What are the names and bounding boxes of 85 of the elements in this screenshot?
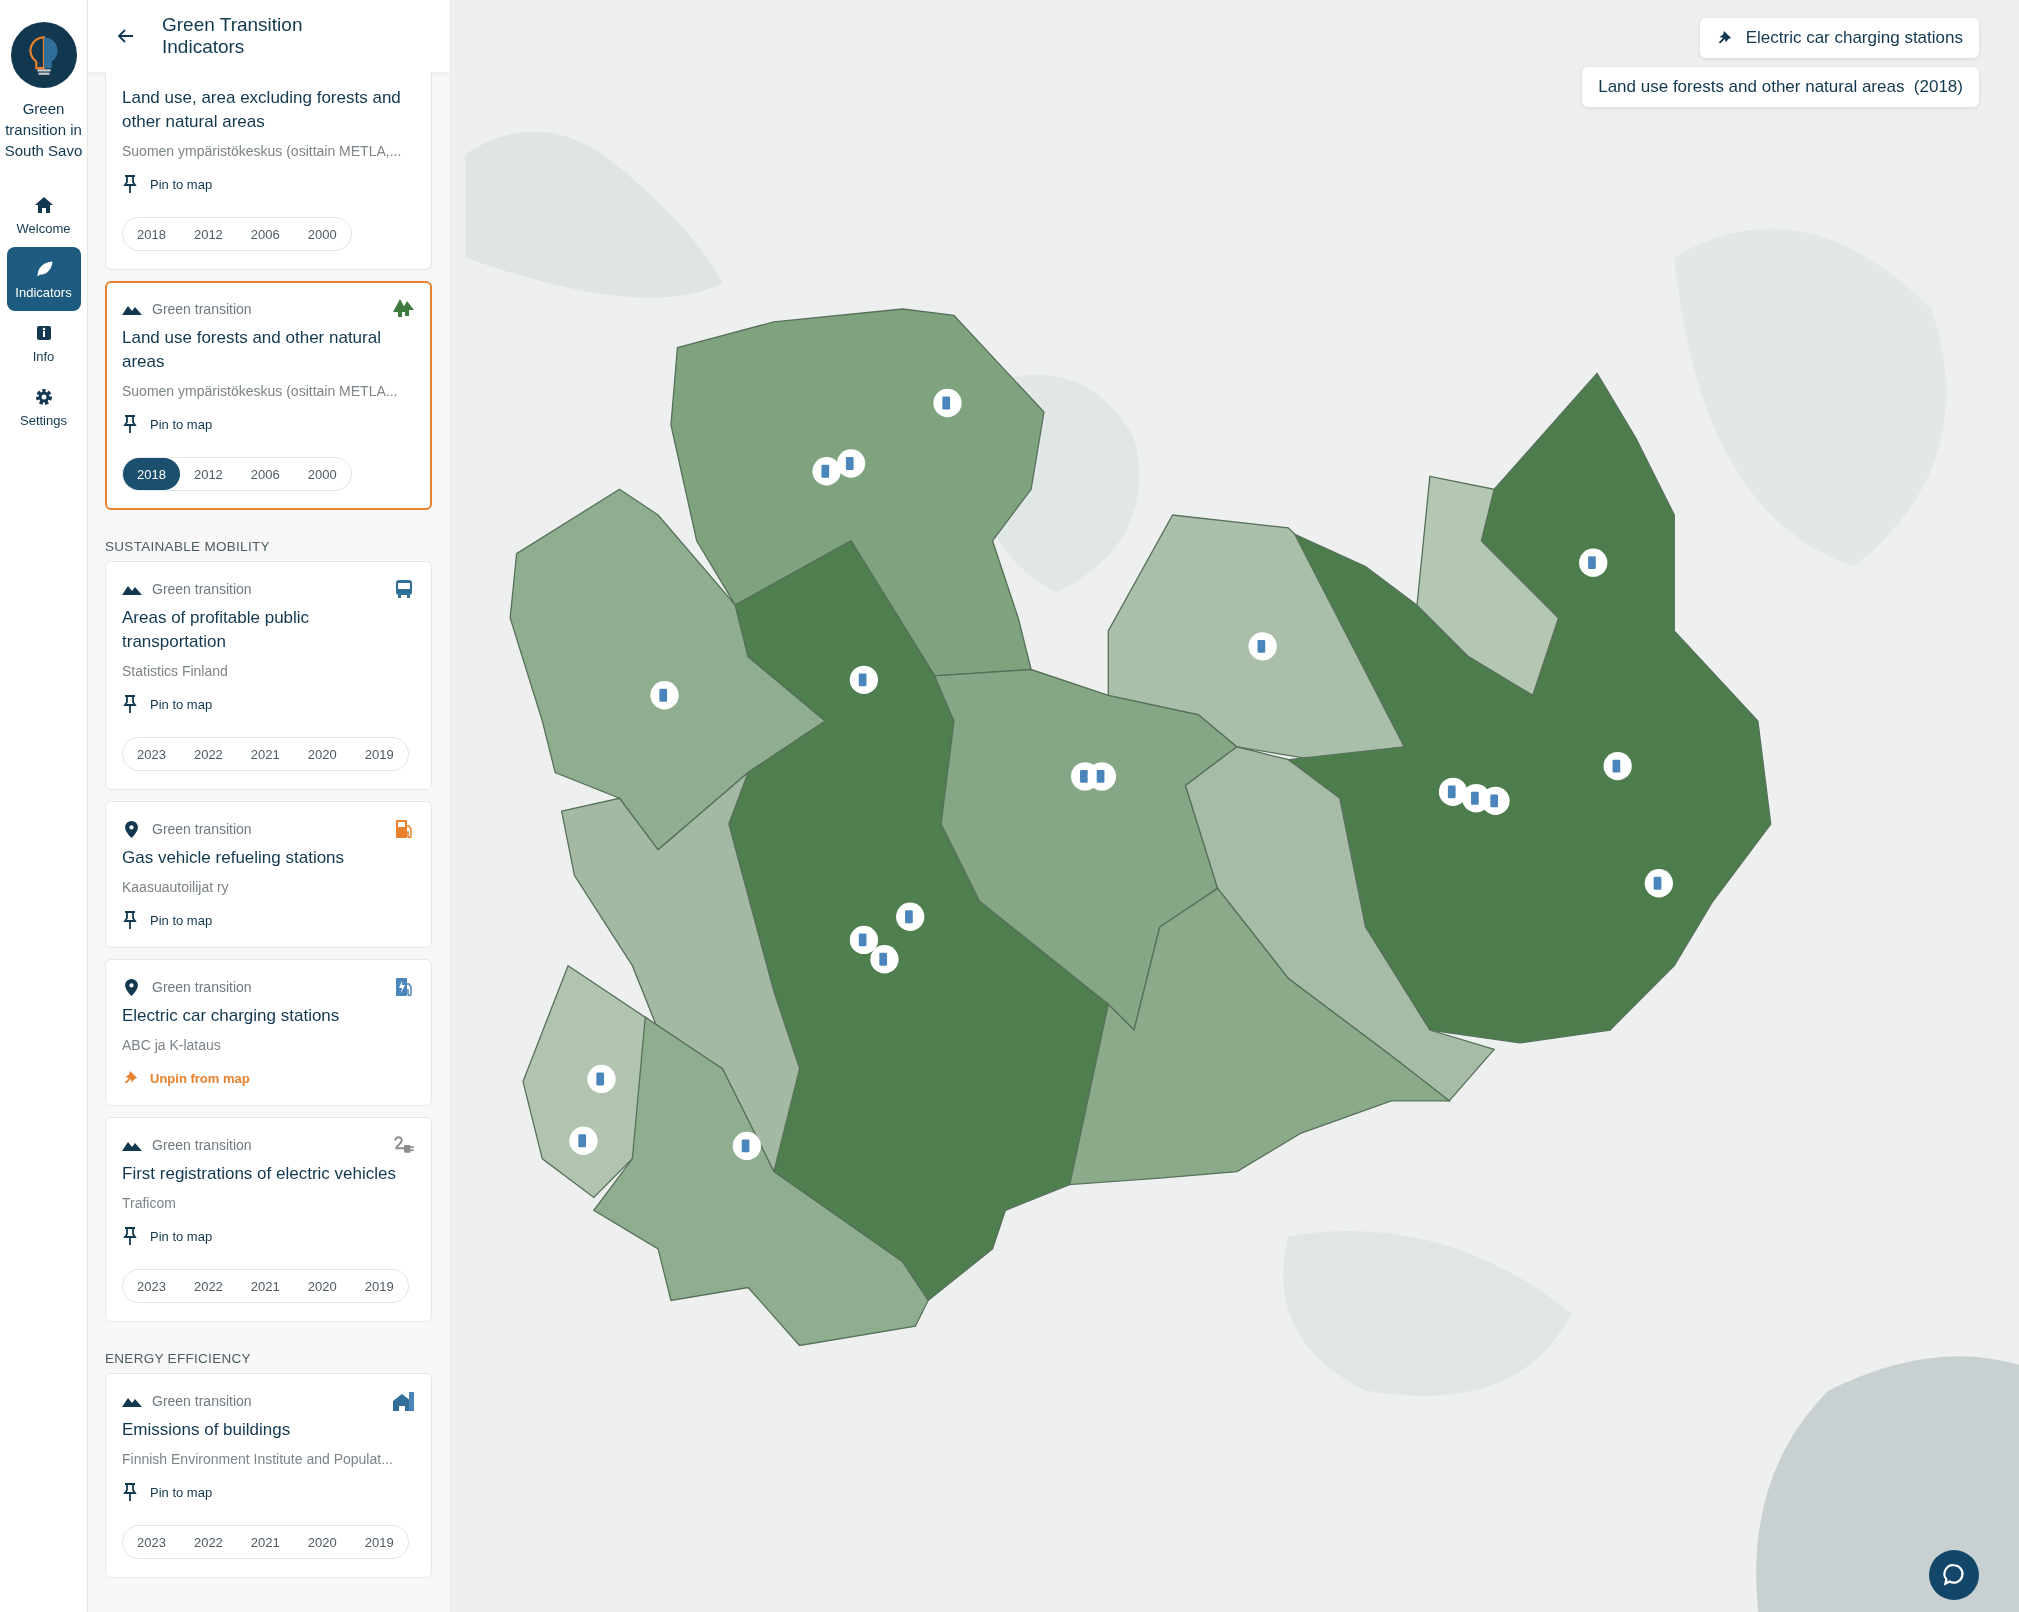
source-text: ABC ja K-lataus [122, 1037, 222, 1053]
year-option[interactable]: 2018 [123, 458, 180, 490]
indicator-card[interactable]: Land use, area excluding forests and other natural areas Suomen ympäristökeskus (osittain METLA,... Pin to map 2018 2012 2006 2000 [105, 72, 432, 270]
pin-button[interactable]: Pin to map [122, 695, 213, 713]
pin-button[interactable]: Pin to map [122, 1483, 213, 1501]
indicator-card[interactable]: Green transition First registrations of electric vehicles Traficom Pin to map 2023 2022 2021 2020 2019 [105, 1117, 432, 1322]
indicator-card[interactable]: Green transition Areas of profitable public transportation Statistics Finland Pin to map 2023 2022 2021 2020 2019 [105, 561, 432, 790]
pushpin-icon [122, 695, 138, 713]
lightbulb-logo-icon [10, 22, 77, 88]
location-pin-icon [125, 820, 138, 838]
year-option[interactable]: 2021 [236, 738, 294, 770]
category-label: Green transition [152, 1137, 253, 1153]
year-option[interactable]: 2006 [236, 218, 294, 250]
year-option[interactable]: 2020 [293, 1526, 351, 1558]
year-option[interactable]: 2023 [123, 1270, 180, 1302]
category-label: Green transition [152, 301, 253, 317]
indicator-title: Emissions of buildings [122, 1419, 292, 1441]
year-option[interactable]: 2020 [293, 738, 351, 770]
year-option[interactable]: 2022 [179, 738, 237, 770]
year-option[interactable]: 2023 [123, 738, 180, 770]
indicator-title: Gas vehicle refueling stations [122, 847, 346, 869]
category-label: Green transition [152, 979, 253, 995]
panel-title: Green Transition Indicators [162, 14, 304, 58]
plug-icon [393, 1135, 415, 1155]
pushpin-icon [122, 1227, 138, 1245]
pin-button[interactable]: Pin to map [122, 175, 213, 193]
year-option[interactable]: 2012 [179, 218, 237, 250]
nav-item[interactable]: Info [6, 311, 81, 375]
source-text: Traficom [122, 1195, 177, 1211]
source-text: Suomen ympäristökeskus (osittain METLA... [122, 383, 399, 399]
pin-button[interactable]: Pin to map [122, 1227, 213, 1245]
year-option[interactable]: 2023 [123, 1526, 180, 1558]
year-option[interactable]: 2022 [179, 1270, 237, 1302]
year-option[interactable]: 2020 [293, 1270, 351, 1302]
home-icon [33, 194, 54, 215]
category-label: Green transition [152, 581, 253, 597]
year-option[interactable]: 2000 [293, 218, 351, 250]
pushpin-icon [122, 911, 138, 929]
location-pin-icon [125, 978, 138, 996]
nav-item[interactable]: Welcome [6, 183, 81, 247]
pushpin-icon [122, 1483, 138, 1501]
trees-icon [393, 299, 415, 319]
year-option[interactable]: 2012 [179, 458, 237, 490]
charging-station-icon [393, 977, 415, 997]
app-title: Green transition in South Savo [3, 99, 84, 161]
indicator-title: Land use, area excluding forests and other natural areas [122, 87, 402, 133]
indicator-title: First registrations of electric vehicles [122, 1163, 397, 1185]
year-option[interactable]: 2006 [236, 458, 294, 490]
pinned-layer-chip[interactable]: Electric car charging stations [1699, 18, 1979, 58]
year-option[interactable]: 2021 [236, 1526, 294, 1558]
pin-button[interactable]: Pin to map [122, 415, 213, 433]
indicator-card[interactable]: Green transition Gas vehicle refueling stations Kaasuautoilijat ry Pin to map [105, 801, 432, 948]
year-option[interactable]: 2021 [236, 1270, 294, 1302]
year-option[interactable]: 2019 [350, 1526, 408, 1558]
nav-item[interactable]: Settings [6, 375, 81, 439]
source-text: Finnish Environment Institute and Populat... [122, 1451, 394, 1467]
indicator-title: Areas of profitable public transportation [122, 607, 311, 653]
house-icon [393, 1391, 415, 1411]
indicator-card[interactable]: Green transition Electric car charging stations ABC ja K-lataus Unpin from map [105, 959, 432, 1106]
year-option[interactable]: 2000 [293, 458, 351, 490]
pushpin-icon [122, 175, 138, 193]
active-layer-label: Land use forests and other natural areas (2018) [1582, 67, 1979, 107]
nav-item[interactable]: Indicators [6, 247, 81, 311]
indicator-card[interactable]: Green transition Emissions of buildings Finnish Environment Institute and Populat... Pin to map 2023 2022 2021 2020 2019 [105, 1373, 432, 1578]
settings-icon [33, 386, 54, 407]
year-option[interactable]: 2019 [350, 1270, 408, 1302]
year-option[interactable]: 2018 [123, 218, 180, 250]
chat-bubble-icon [1941, 1562, 1967, 1588]
pinned-layer-label: Electric car charging stations [1745, 28, 1963, 48]
year-option[interactable]: 2019 [350, 738, 408, 770]
indicator-title: Electric car charging stations [122, 1005, 341, 1027]
section-heading: SUSTAINABLE MOBILITY [105, 539, 271, 554]
bus-icon [393, 579, 415, 599]
category-label: Green transition [152, 821, 253, 837]
indicator-card[interactable]: Green transition Land use forests and other natural areas Suomen ympäristökeskus (osittain METLA... Pin to map 2018 2012 2006 2000 [105, 281, 432, 510]
category-label: Green transition [152, 1393, 253, 1409]
pushpin-icon [122, 415, 138, 433]
year-option[interactable]: 2022 [179, 1526, 237, 1558]
source-text: Suomen ympäristökeskus (osittain METLA,... [122, 143, 403, 159]
source-text: Statistics Finland [122, 663, 229, 679]
section-heading: ENERGY EFFICIENCY [105, 1351, 252, 1366]
indicator-title: Land use forests and other natural areas [122, 327, 382, 373]
fuel-pump-icon [393, 819, 415, 839]
pin-button[interactable]: Pin to map [122, 911, 213, 929]
source-text: Kaasuautoilijat ry [122, 879, 230, 895]
